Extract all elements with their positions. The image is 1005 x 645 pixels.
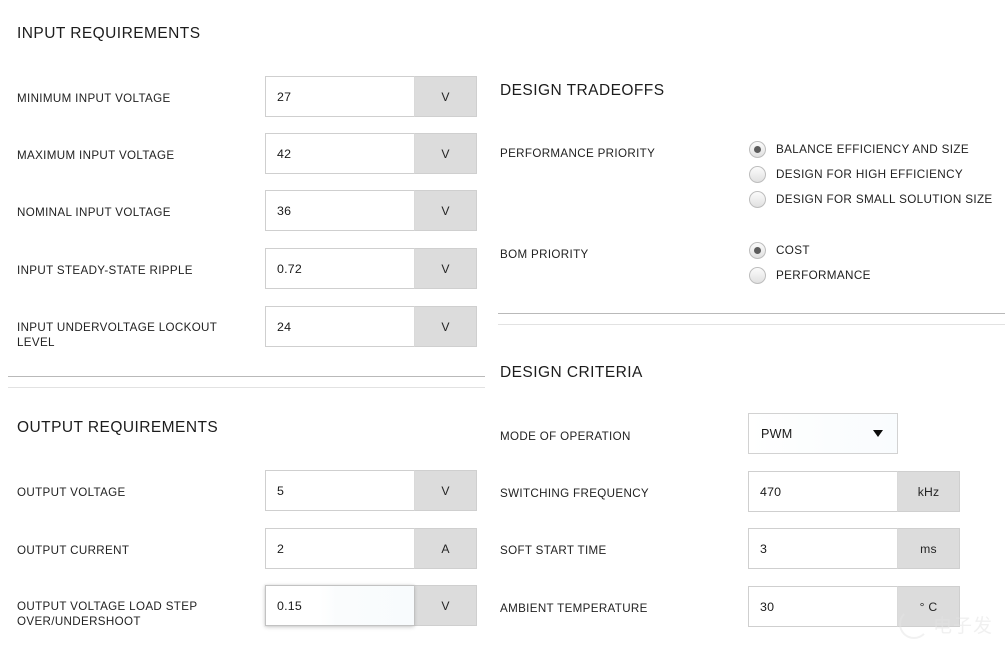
input-unit: V: [414, 585, 477, 626]
left-column: INPUT REQUIREMENTS MINIMUM INPUT VOLTAGE…: [0, 0, 490, 645]
input-group-output-voltage[interactable]: 5 V: [265, 470, 477, 511]
input-unit: V: [414, 76, 477, 117]
radio-option-performance[interactable]: PERFORMANCE: [749, 263, 871, 288]
input-group-soft-start-time[interactable]: 3 ms: [748, 528, 960, 569]
input-group-input-undervoltage-lockout-level[interactable]: 24 V: [265, 306, 477, 347]
chevron-down-icon[interactable]: [873, 430, 883, 437]
input-group-input-steady-state-ripple[interactable]: 0.72 V: [265, 248, 477, 289]
field-label: OUTPUT VOLTAGE: [17, 486, 126, 499]
input-value[interactable]: 27: [265, 76, 414, 117]
design-criteria-title: DESIGN CRITERIA: [500, 364, 643, 381]
radio-icon[interactable]: [749, 191, 766, 208]
input-value[interactable]: 0.72: [265, 248, 414, 289]
right-column-divider: [498, 313, 1005, 325]
input-group-minimum-input-voltage[interactable]: 27 V: [265, 76, 477, 117]
input-value[interactable]: 0.15: [265, 585, 414, 626]
field-label: MODE OF OPERATION: [500, 430, 631, 443]
group-label: PERFORMANCE PRIORITY: [500, 147, 656, 160]
radio-group-performance-priority: BALANCE EFFICIENCY AND SIZE DESIGN FOR H…: [749, 137, 993, 212]
input-group-output-current[interactable]: 2 A: [265, 528, 477, 569]
radio-icon[interactable]: [749, 267, 766, 284]
radio-option-label: DESIGN FOR HIGH EFFICIENCY: [776, 168, 964, 181]
input-value[interactable]: 24: [265, 306, 414, 347]
field-label: SWITCHING FREQUENCY: [500, 487, 649, 500]
radio-option-design-for-small-solution-size[interactable]: DESIGN FOR SMALL SOLUTION SIZE: [749, 187, 993, 212]
input-unit: A: [414, 528, 477, 569]
dropdown-mode-of-operation[interactable]: PWM: [748, 413, 898, 454]
field-label: OUTPUT CURRENT: [17, 544, 130, 557]
radio-option-label: BALANCE EFFICIENCY AND SIZE: [776, 143, 970, 156]
input-group-switching-frequency[interactable]: 470 kHz: [748, 471, 960, 512]
radio-option-balance-efficiency-and-size[interactable]: BALANCE EFFICIENCY AND SIZE: [749, 137, 993, 162]
input-group-ambient-temperature[interactable]: 30 ° C: [748, 586, 960, 627]
input-value[interactable]: 470: [748, 471, 897, 512]
input-unit: kHz: [897, 471, 960, 512]
radio-option-label: COST: [776, 244, 810, 257]
input-value[interactable]: 5: [265, 470, 414, 511]
input-requirements-title: INPUT REQUIREMENTS: [17, 25, 201, 42]
left-column-divider: [8, 376, 485, 388]
right-column: DESIGN TRADEOFFS PERFORMANCE PRIORITY BA…: [490, 0, 1005, 645]
input-unit: V: [414, 470, 477, 511]
input-unit: ° C: [897, 586, 960, 627]
radio-group-bom-priority: COST PERFORMANCE: [749, 238, 871, 288]
radio-option-label: PERFORMANCE: [776, 269, 871, 282]
input-unit: V: [414, 133, 477, 174]
input-group-maximum-input-voltage[interactable]: 42 V: [265, 133, 477, 174]
input-value[interactable]: 42: [265, 133, 414, 174]
radio-option-design-for-high-efficiency[interactable]: DESIGN FOR HIGH EFFICIENCY: [749, 162, 993, 187]
radio-icon[interactable]: [749, 141, 766, 158]
input-unit: V: [414, 248, 477, 289]
input-value[interactable]: 30: [748, 586, 897, 627]
field-label: OUTPUT VOLTAGE LOAD STEP OVER/UNDERSHOOT: [17, 600, 198, 628]
input-unit: V: [414, 190, 477, 231]
design-tradeoffs-title: DESIGN TRADEOFFS: [500, 82, 665, 99]
field-label: INPUT STEADY-STATE RIPPLE: [17, 264, 193, 277]
dropdown-value: PWM: [761, 426, 793, 441]
field-label: NOMINAL INPUT VOLTAGE: [17, 206, 171, 219]
input-group-output-voltage-load-step[interactable]: 0.15 V: [265, 585, 477, 626]
group-label: BOM PRIORITY: [500, 248, 589, 261]
radio-option-label: DESIGN FOR SMALL SOLUTION SIZE: [776, 193, 993, 206]
radio-icon[interactable]: [749, 166, 766, 183]
field-label: INPUT UNDERVOLTAGE LOCKOUT LEVEL: [17, 321, 218, 349]
field-label: MAXIMUM INPUT VOLTAGE: [17, 149, 175, 162]
field-label: SOFT START TIME: [500, 544, 607, 557]
input-value[interactable]: 3: [748, 528, 897, 569]
input-value[interactable]: 36: [265, 190, 414, 231]
input-value[interactable]: 2: [265, 528, 414, 569]
input-unit: ms: [897, 528, 960, 569]
field-label: AMBIENT TEMPERATURE: [500, 602, 648, 615]
radio-icon[interactable]: [749, 242, 766, 259]
field-label: MINIMUM INPUT VOLTAGE: [17, 92, 171, 105]
output-requirements-title: OUTPUT REQUIREMENTS: [17, 419, 219, 436]
input-group-nominal-input-voltage[interactable]: 36 V: [265, 190, 477, 231]
radio-option-cost[interactable]: COST: [749, 238, 871, 263]
input-unit: V: [414, 306, 477, 347]
